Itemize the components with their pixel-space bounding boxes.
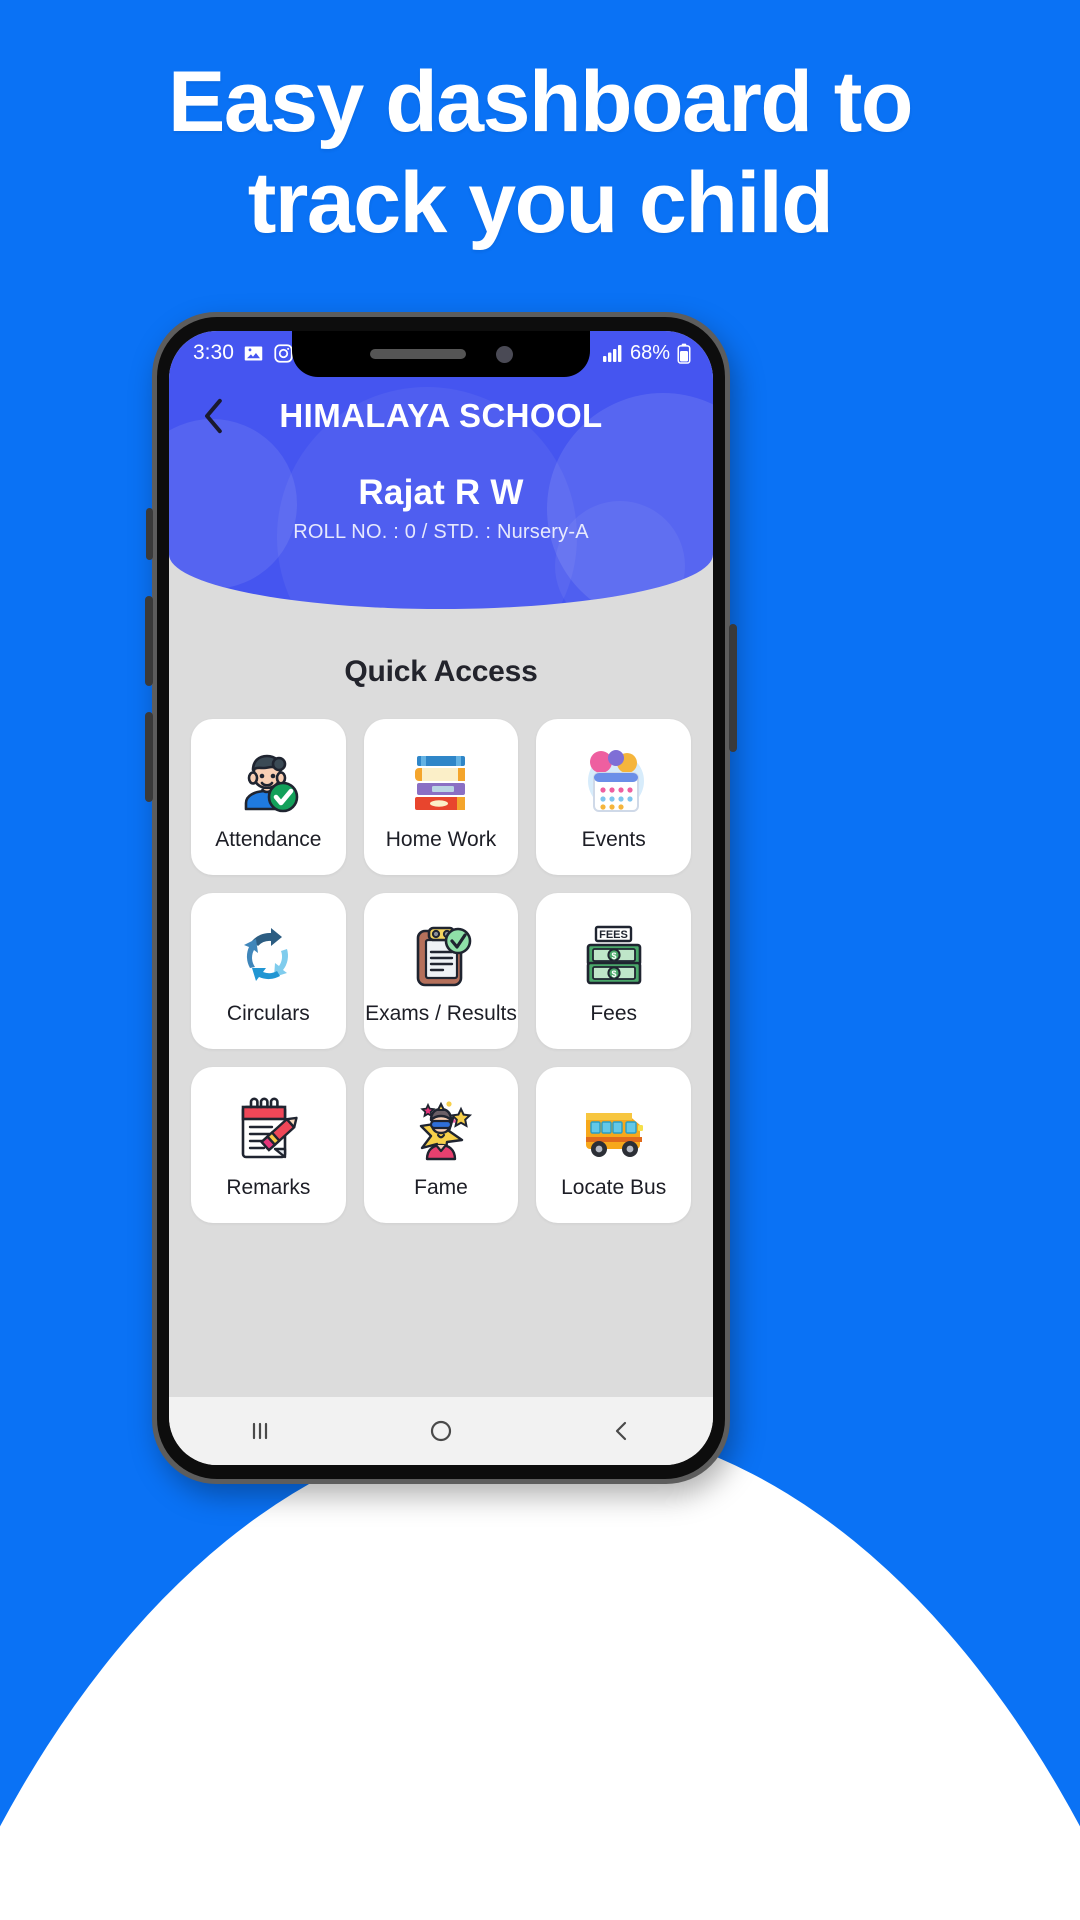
recents-button[interactable] <box>225 1409 295 1453</box>
quick-access-grid: Attendance Home Work Events Circulars Ex… <box>169 689 713 1223</box>
quick-access-label: Exams / Results <box>365 1002 517 1025</box>
phone-power-button[interactable] <box>729 624 737 752</box>
quick-access-tile-exams-results[interactable]: Exams / Results <box>363 893 519 1049</box>
quick-access-title: Quick Access <box>344 655 538 688</box>
instagram-icon <box>273 343 294 364</box>
svg-text:$: $ <box>611 969 616 979</box>
status-bar-right: 68% <box>602 341 691 365</box>
signal-bars-icon <box>602 344 623 362</box>
quick-access-label: Locate Bus <box>561 1176 667 1199</box>
quick-access-label: Fees <box>590 1002 637 1025</box>
status-bar-left: 3:30 <box>193 341 294 365</box>
chevron-left-icon <box>200 396 228 436</box>
quick-access-label: Fame <box>414 1176 468 1199</box>
system-navigation-bar <box>169 1397 713 1465</box>
quick-access-tile-circulars[interactable]: Circulars <box>191 893 346 1049</box>
quick-access-label: Events <box>581 828 646 851</box>
battery-percentage-label: 68% <box>629 341 670 364</box>
quick-access-label: Circulars <box>226 1002 310 1025</box>
home-circle-icon <box>428 1418 454 1444</box>
phone-volume-down-button[interactable] <box>145 712 153 802</box>
promo-headline: Easy dashboard to track you child <box>0 52 1080 255</box>
quick-access-tile-attendance[interactable]: Attendance <box>191 719 346 875</box>
money-notes-icon: FEES $ $ <box>575 916 653 994</box>
quick-access-label: Home Work <box>385 828 497 851</box>
student-name: Rajat R W <box>358 473 524 512</box>
phone-notch <box>292 331 590 377</box>
status-bar-clock: 3:30 <box>193 341 234 364</box>
phone-volume-up-button[interactable] <box>145 596 153 686</box>
recents-icon <box>247 1418 273 1444</box>
phone-mute-button[interactable] <box>146 508 153 560</box>
school-bus-icon <box>575 1090 653 1168</box>
system-back-button[interactable] <box>587 1409 657 1453</box>
front-camera <box>495 345 513 363</box>
svg-text:FEES: FEES <box>599 929 628 941</box>
promo-headline-line2: track you child <box>247 155 834 252</box>
header-nav-row: HIMALAYA SCHOOL <box>169 375 713 439</box>
phone-body: 3:30 68% HIMALAYA SCHOOL Rajat R W ROLL … <box>145 312 737 1484</box>
phone-mockup: 3:30 68% HIMALAYA SCHOOL Rajat R W ROLL … <box>145 312 737 1496</box>
image-icon <box>243 343 264 364</box>
quick-access-label: Remarks <box>226 1176 311 1199</box>
clipboard-check-icon <box>402 916 480 994</box>
quick-access-tile-locate-bus[interactable]: Locate Bus <box>536 1067 691 1223</box>
back-button[interactable] <box>191 393 237 439</box>
books-stack-icon <box>402 742 480 820</box>
circular-arrows-icon <box>229 916 307 994</box>
battery-icon <box>677 343 691 364</box>
phone-screen: 3:30 68% HIMALAYA SCHOOL Rajat R W ROLL … <box>169 331 713 1465</box>
earpiece-speaker <box>369 349 466 359</box>
quick-access-tile-home-work[interactable]: Home Work <box>363 719 519 875</box>
promo-headline-line1: Easy dashboard to <box>168 54 913 150</box>
notepad-pencil-icon <box>229 1090 307 1168</box>
quick-access-tile-remarks[interactable]: Remarks <box>191 1067 346 1223</box>
student-meta: ROLL NO. : 0 / STD. : Nursery-A <box>293 521 589 543</box>
back-chevron-icon <box>609 1418 635 1444</box>
home-button[interactable] <box>406 1409 476 1453</box>
calendar-balloons-icon <box>575 742 653 820</box>
student-info: Rajat R W ROLL NO. : 0 / STD. : Nursery-… <box>169 473 713 544</box>
svg-text:$: $ <box>611 951 616 961</box>
quick-access-tile-fees[interactable]: FEES $ $ Fees <box>536 893 691 1049</box>
quick-access-tile-fame[interactable]: Fame <box>363 1067 519 1223</box>
star-person-icon <box>402 1090 480 1168</box>
phone-bezel: 3:30 68% HIMALAYA SCHOOL Rajat R W ROLL … <box>157 317 725 1479</box>
quick-access-label: Attendance <box>215 828 322 851</box>
student-check-icon <box>229 742 307 820</box>
page-title: HIMALAYA SCHOOL <box>279 397 603 434</box>
quick-access-tile-events[interactable]: Events <box>536 719 691 875</box>
